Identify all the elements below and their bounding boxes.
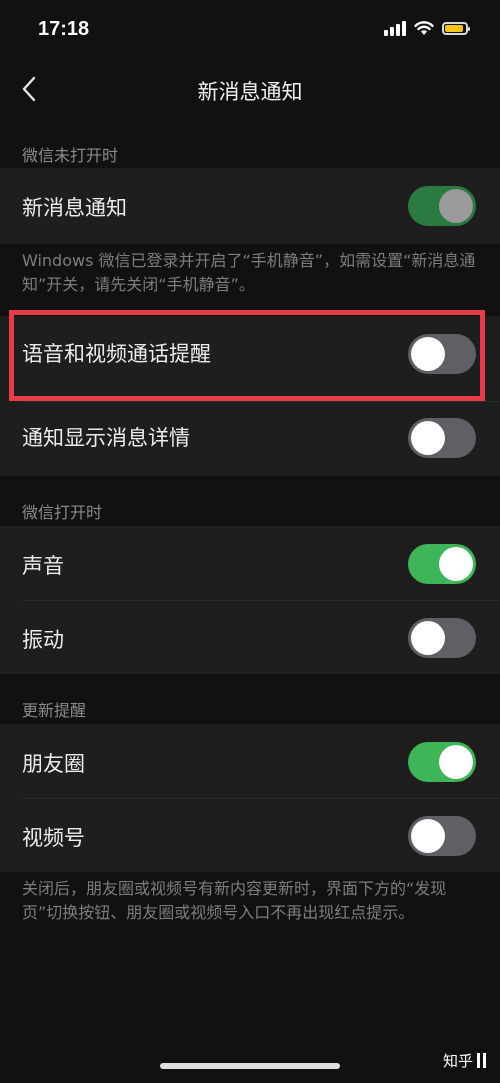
watermark: 知乎	[443, 1050, 486, 1071]
highlight-box	[9, 310, 485, 401]
home-indicator[interactable]	[160, 1063, 340, 1069]
new-message-toggle[interactable]	[408, 186, 476, 226]
row-label: 通知显示消息详情	[22, 426, 190, 450]
divider	[22, 798, 500, 799]
divider	[22, 600, 500, 601]
windows-mute-note: Windows 微信已登录并开启了“手机静音”，如需设置“新消息通知”开关，请先…	[22, 251, 476, 294]
row-label: 新消息通知	[22, 196, 127, 220]
sound-toggle[interactable]	[408, 544, 476, 584]
status-icons	[384, 20, 470, 36]
page-title: 新消息通知	[197, 80, 303, 104]
watermark-text: 知乎	[442, 1052, 473, 1070]
battery-icon	[442, 21, 470, 35]
toggle-knob	[411, 421, 445, 455]
watermark-icon	[477, 1053, 486, 1068]
moments-toggle[interactable]	[408, 742, 476, 782]
group-open-settings: 声音 振动	[0, 526, 500, 674]
row-new-message[interactable]: 新消息通知	[0, 168, 500, 244]
wifi-icon	[414, 20, 434, 35]
row-label: 声音	[22, 554, 64, 578]
vibrate-toggle[interactable]	[408, 618, 476, 658]
status-time: 17:18	[38, 18, 90, 40]
nav-bar: 新消息通知	[0, 60, 500, 120]
show-details-toggle[interactable]	[408, 418, 476, 458]
channels-toggle[interactable]	[408, 816, 476, 856]
toggle-knob	[411, 819, 445, 853]
section-header-updates: 更新提醒	[22, 701, 87, 720]
row-label: 振动	[22, 628, 64, 652]
toggle-knob	[439, 745, 473, 779]
group-update-settings: 朋友圈 视频号	[0, 724, 500, 872]
section-header-closed: 微信未打开时	[22, 146, 119, 165]
row-label: 视频号	[22, 826, 85, 850]
update-note: 关闭后，朋友圈或视频号有新内容更新时，界面下方的“发现页”切换按钮、朋友圈或视频…	[22, 879, 447, 922]
section-header-open: 微信打开时	[22, 503, 103, 522]
toggle-knob	[411, 621, 445, 655]
divider	[22, 401, 500, 402]
toggle-knob	[439, 189, 473, 223]
battery-level	[445, 24, 463, 32]
toggle-knob	[439, 547, 473, 581]
signal-icon	[384, 20, 406, 36]
status-bar: 17:18	[0, 0, 500, 60]
row-label: 朋友圈	[22, 752, 85, 776]
